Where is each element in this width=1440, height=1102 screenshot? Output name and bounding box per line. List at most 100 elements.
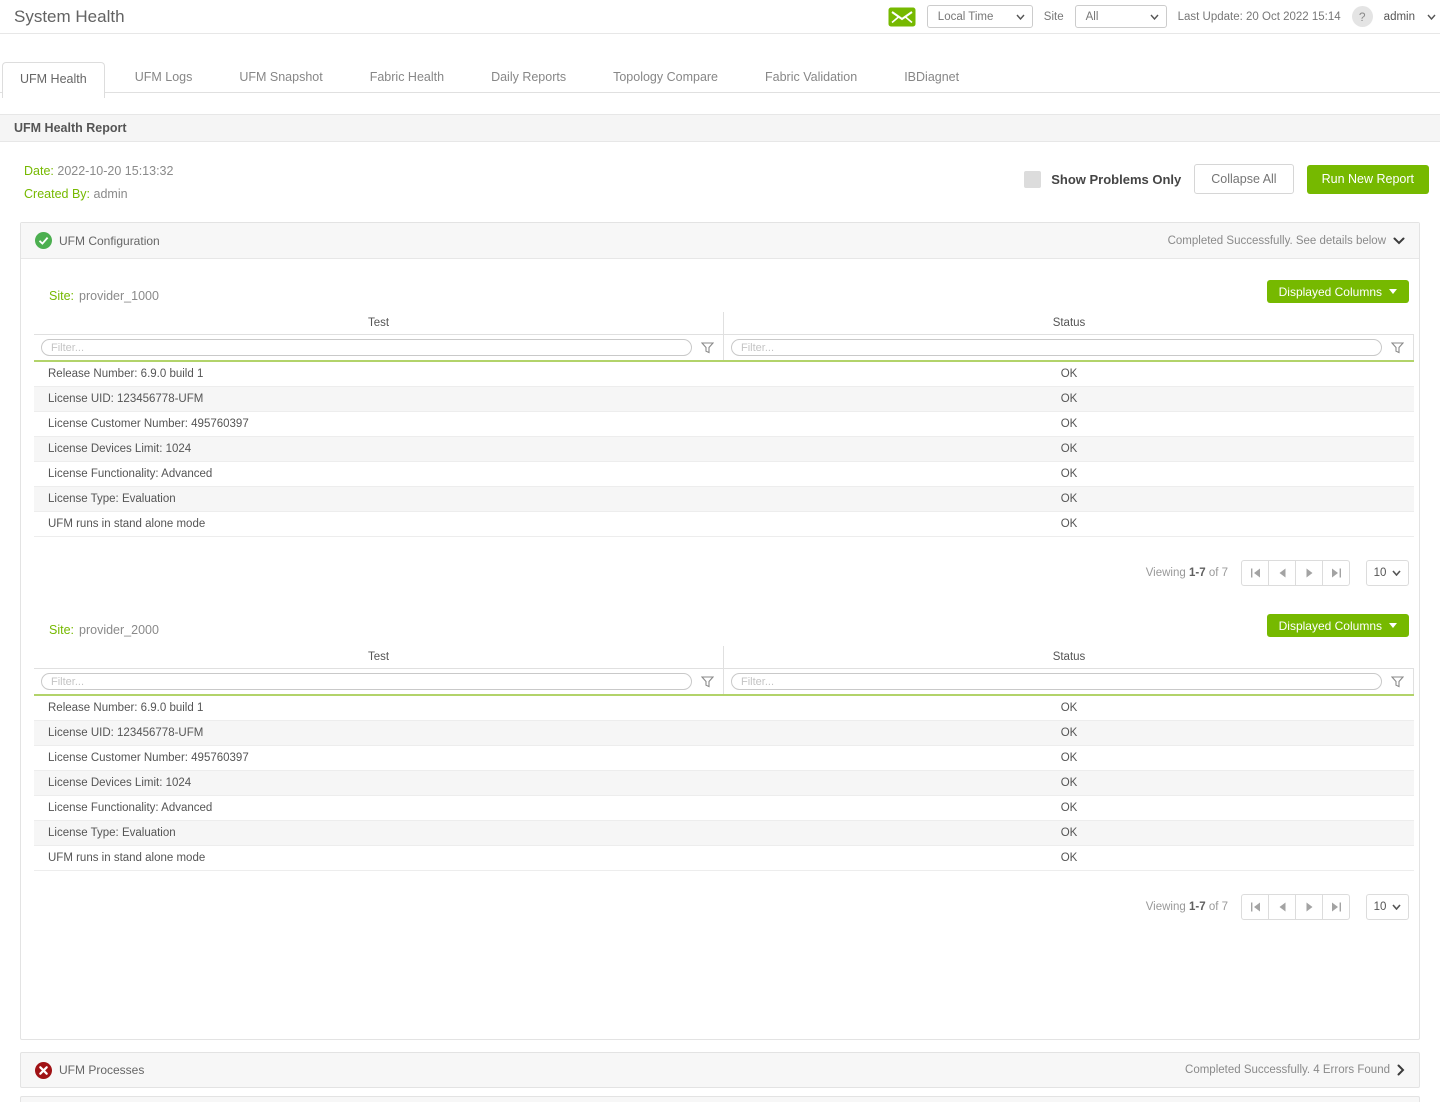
column-header-status[interactable]: Status bbox=[724, 312, 1414, 334]
funnel-filter-icon[interactable] bbox=[701, 676, 714, 688]
header-controls: Local Time Site All Last Update: 20 Oct … bbox=[888, 5, 1436, 28]
user-menu[interactable]: admin bbox=[1384, 11, 1436, 23]
created-by-value: admin bbox=[94, 187, 128, 201]
displayed-columns-button[interactable]: Displayed Columns bbox=[1267, 280, 1409, 303]
last-page-icon bbox=[1331, 568, 1342, 578]
next-page-icon bbox=[1306, 902, 1313, 912]
ufm-processes-panel[interactable]: UFM Processes Completed Successfully. 4 … bbox=[20, 1052, 1420, 1088]
pagination-suffix: of 7 bbox=[1209, 567, 1228, 579]
table-row[interactable]: License Customer Number: 495760397 OK bbox=[34, 746, 1414, 771]
prev-page-icon bbox=[1279, 902, 1286, 912]
report-actions: Show Problems Only Collapse All Run New … bbox=[1024, 160, 1429, 194]
site-select[interactable]: All bbox=[1075, 5, 1167, 28]
page-size-select[interactable]: 10 bbox=[1366, 560, 1409, 586]
column-header-test[interactable]: Test bbox=[34, 312, 724, 334]
mail-icon[interactable] bbox=[888, 7, 916, 27]
tab-fabric-validation[interactable]: Fabric Validation bbox=[748, 62, 874, 92]
test-filter-input[interactable] bbox=[41, 673, 692, 690]
funnel-filter-icon[interactable] bbox=[701, 342, 714, 354]
chevron-down-icon[interactable] bbox=[1393, 237, 1405, 245]
table-body: Release Number: 6.9.0 build 1 OK License… bbox=[34, 362, 1414, 537]
panel-status-text: Completed Successfully. See details belo… bbox=[1168, 235, 1386, 247]
first-page-button[interactable] bbox=[1241, 894, 1269, 920]
report-head: Date: 2022-10-20 15:13:32 Created By: ad… bbox=[0, 142, 1440, 206]
help-glyph: ? bbox=[1359, 10, 1366, 24]
time-zone-select[interactable]: Local Time bbox=[927, 5, 1033, 28]
panel-status-text: Completed Successfully. 4 Errors Found bbox=[1185, 1064, 1390, 1076]
column-header-status[interactable]: Status bbox=[724, 646, 1414, 668]
caret-down-icon bbox=[1389, 289, 1397, 294]
funnel-filter-icon[interactable] bbox=[1391, 342, 1404, 354]
health-table: Test Status Release Number: 6.9.0 build … bbox=[34, 646, 1414, 871]
show-problems-checkbox[interactable] bbox=[1024, 171, 1041, 188]
table-row[interactable]: License Type: Evaluation OK bbox=[34, 821, 1414, 846]
page-size-select[interactable]: 10 bbox=[1366, 894, 1409, 920]
filter-cell-test bbox=[34, 335, 724, 360]
table-body: Release Number: 6.9.0 build 1 OK License… bbox=[34, 696, 1414, 871]
table-row[interactable]: UFM runs in stand alone mode OK bbox=[34, 512, 1414, 537]
tab-ufm-snapshot[interactable]: UFM Snapshot bbox=[222, 62, 339, 92]
status-cell: OK bbox=[724, 393, 1414, 405]
last-page-icon bbox=[1331, 902, 1342, 912]
ufm-configuration-header[interactable]: UFM Configuration Completed Successfully… bbox=[21, 223, 1419, 259]
funnel-filter-icon[interactable] bbox=[1391, 676, 1404, 688]
pagination-prefix: Viewing bbox=[1146, 901, 1186, 913]
last-page-button[interactable] bbox=[1322, 894, 1350, 920]
pagination: Viewing 1-7 of 7 10 bbox=[21, 871, 1419, 920]
table-row[interactable]: License Devices Limit: 1024 OK bbox=[34, 771, 1414, 796]
report-meta: Date: 2022-10-20 15:13:32 Created By: ad… bbox=[24, 160, 173, 206]
app-header: System Health Local Time Site All Last U… bbox=[0, 0, 1440, 34]
next-page-button[interactable] bbox=[1295, 894, 1323, 920]
next-page-icon bbox=[1306, 568, 1313, 578]
tab-ibdiagnet[interactable]: IBDiagnet bbox=[887, 62, 976, 92]
chevron-right-icon[interactable] bbox=[1397, 1064, 1405, 1076]
test-cell: License UID: 123456778-UFM bbox=[34, 727, 724, 739]
table-row[interactable]: License Functionality: Advanced OK bbox=[34, 796, 1414, 821]
table-row[interactable]: Release Number: 6.9.0 build 1 OK bbox=[34, 362, 1414, 387]
table-row[interactable]: License UID: 123456778-UFM OK bbox=[34, 387, 1414, 412]
next-page-button[interactable] bbox=[1295, 560, 1323, 586]
displayed-columns-button[interactable]: Displayed Columns bbox=[1267, 614, 1409, 637]
tab-daily-reports[interactable]: Daily Reports bbox=[474, 62, 583, 92]
table-row[interactable]: Release Number: 6.9.0 build 1 OK bbox=[34, 696, 1414, 721]
page-size-value: 10 bbox=[1374, 901, 1387, 913]
table-row[interactable]: UFM runs in stand alone mode OK bbox=[34, 846, 1414, 871]
prev-page-button[interactable] bbox=[1268, 894, 1296, 920]
table-row[interactable]: License Customer Number: 495760397 OK bbox=[34, 412, 1414, 437]
test-cell: License Customer Number: 495760397 bbox=[34, 752, 724, 764]
help-icon[interactable]: ? bbox=[1352, 6, 1373, 27]
table-row[interactable]: License UID: 123456778-UFM OK bbox=[34, 721, 1414, 746]
section-title: UFM Health Report bbox=[14, 121, 127, 135]
test-cell: License Type: Evaluation bbox=[34, 493, 724, 505]
test-cell: License Functionality: Advanced bbox=[34, 468, 724, 480]
table-row[interactable]: License Type: Evaluation OK bbox=[34, 487, 1414, 512]
run-new-report-button[interactable]: Run New Report bbox=[1307, 165, 1429, 194]
column-header-test[interactable]: Test bbox=[34, 646, 724, 668]
status-cell: OK bbox=[724, 443, 1414, 455]
chevron-down-icon bbox=[1150, 14, 1159, 20]
tab-bar: UFM Health UFM Logs UFM Snapshot Fabric … bbox=[0, 62, 1440, 93]
status-filter-input[interactable] bbox=[731, 339, 1382, 356]
status-cell: OK bbox=[724, 702, 1414, 714]
chevron-down-icon bbox=[1016, 14, 1025, 20]
table-header: Test Status bbox=[34, 646, 1414, 669]
caret-down-icon bbox=[1389, 623, 1397, 628]
next-panel-partial bbox=[20, 1096, 1420, 1102]
table-row[interactable]: License Functionality: Advanced OK bbox=[34, 462, 1414, 487]
first-page-button[interactable] bbox=[1241, 560, 1269, 586]
pagination-suffix: of 7 bbox=[1209, 901, 1228, 913]
test-cell: Release Number: 6.9.0 build 1 bbox=[34, 702, 724, 714]
test-filter-input[interactable] bbox=[41, 339, 692, 356]
collapse-all-button[interactable]: Collapse All bbox=[1194, 164, 1293, 194]
tab-ufm-logs[interactable]: UFM Logs bbox=[118, 62, 210, 92]
tab-topology-compare[interactable]: Topology Compare bbox=[596, 62, 735, 92]
prev-page-button[interactable] bbox=[1268, 560, 1296, 586]
tab-fabric-health[interactable]: Fabric Health bbox=[353, 62, 461, 92]
last-page-button[interactable] bbox=[1322, 560, 1350, 586]
displayed-columns-label: Displayed Columns bbox=[1279, 285, 1382, 299]
chevron-down-icon bbox=[1392, 904, 1401, 910]
status-cell: OK bbox=[724, 368, 1414, 380]
status-filter-input[interactable] bbox=[731, 673, 1382, 690]
table-row[interactable]: License Devices Limit: 1024 OK bbox=[34, 437, 1414, 462]
tab-ufm-health[interactable]: UFM Health bbox=[2, 62, 105, 98]
